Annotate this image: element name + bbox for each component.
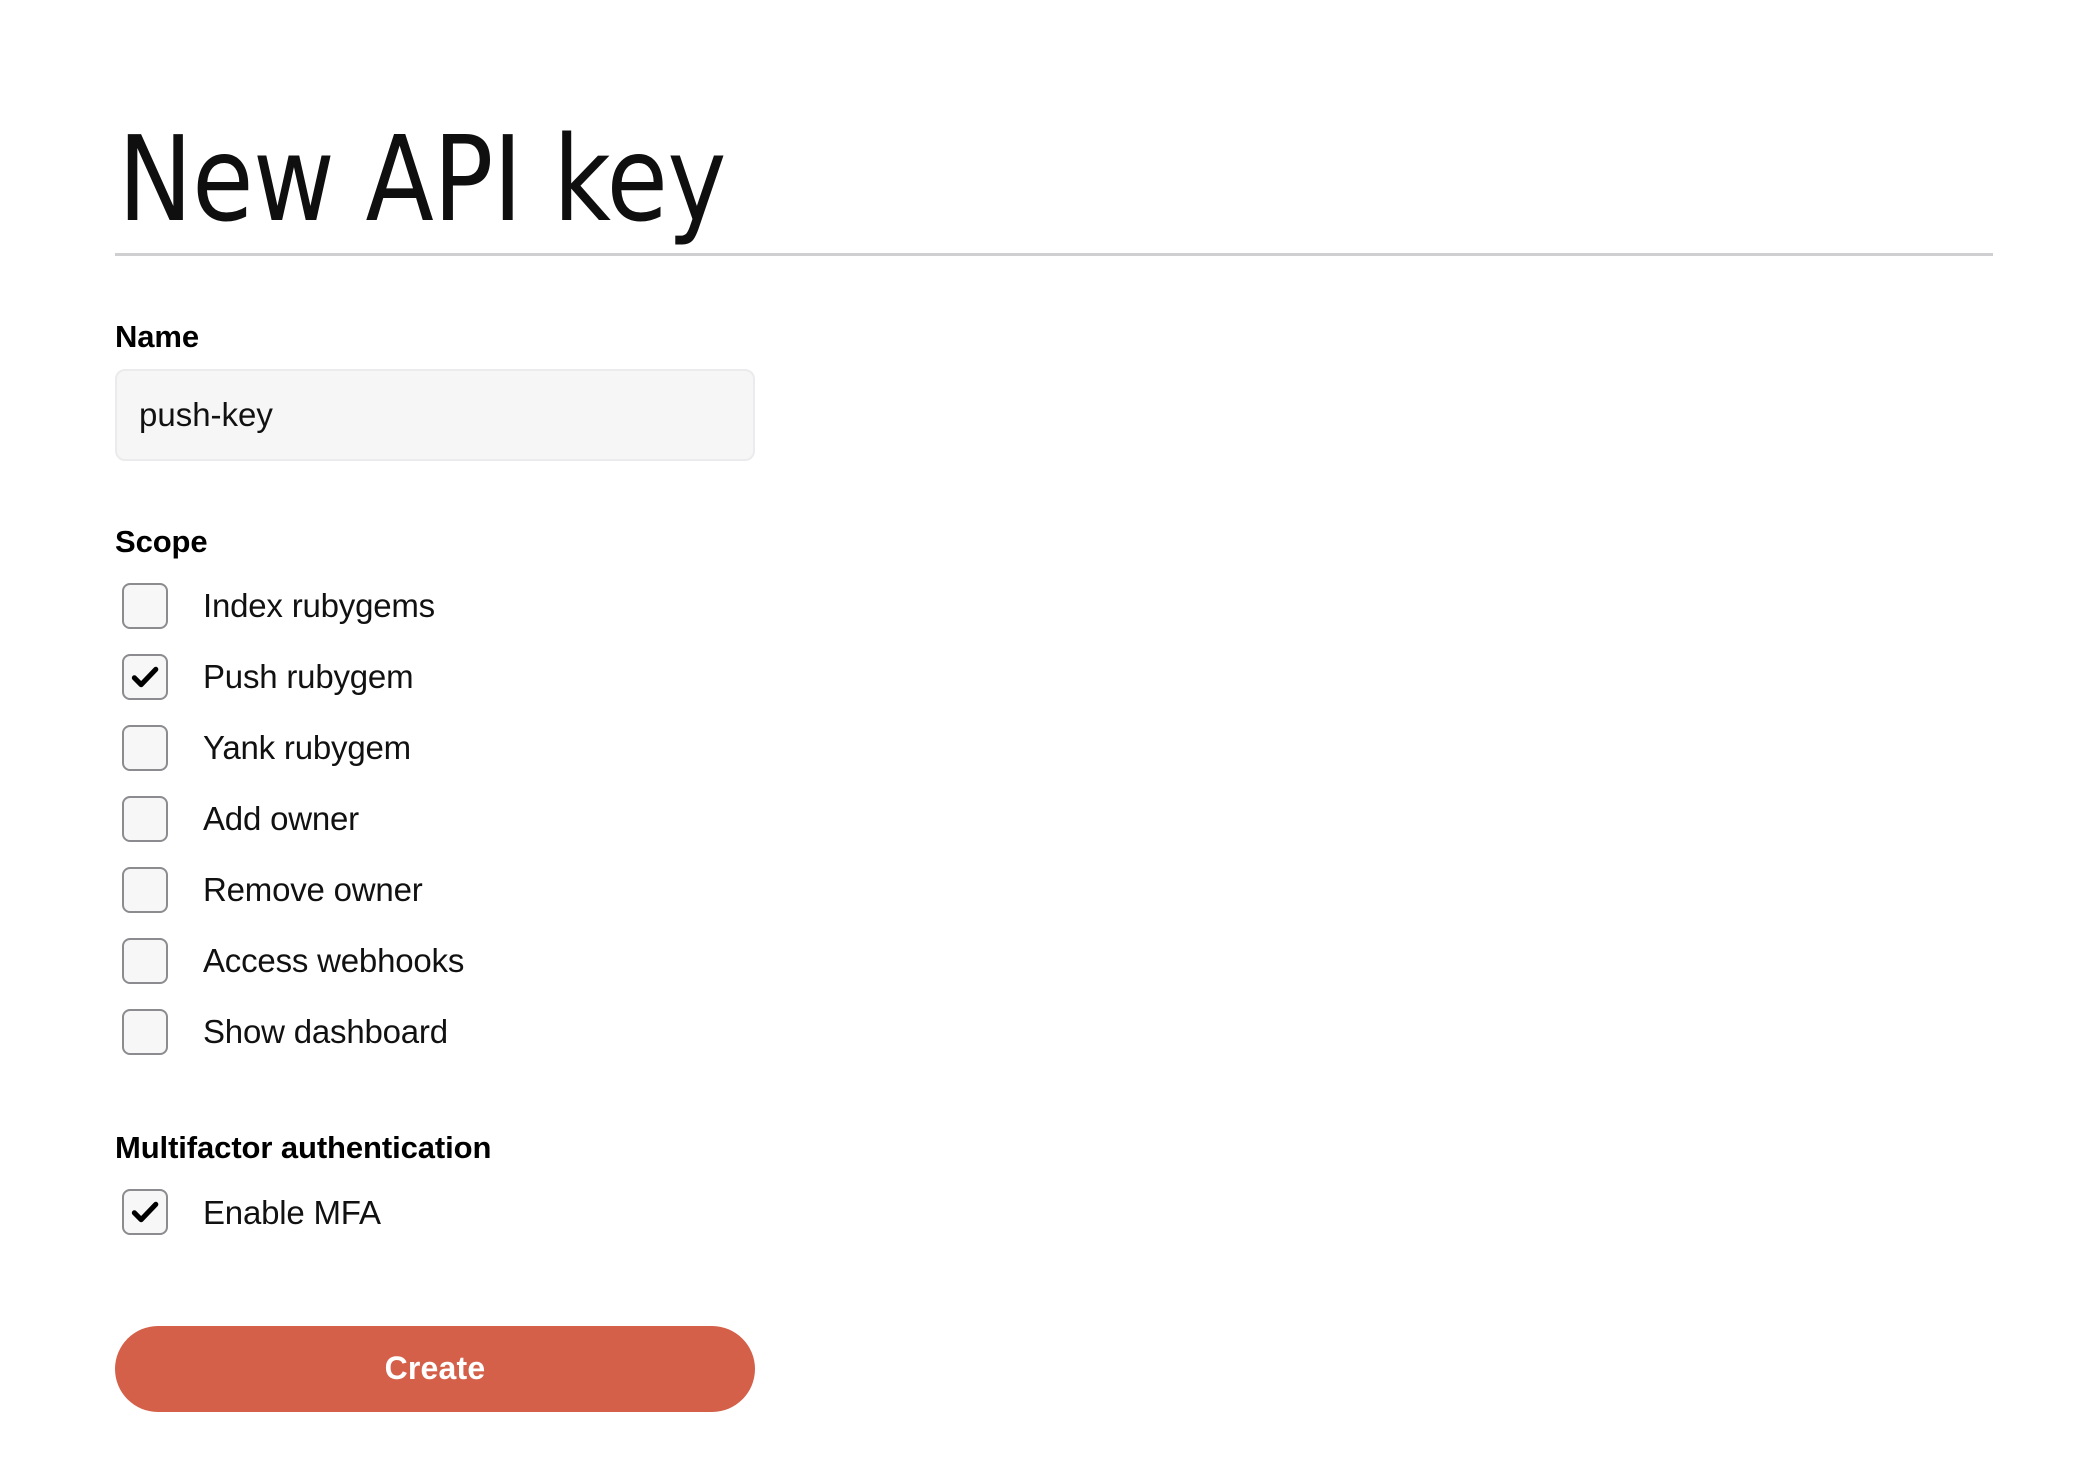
scope-item-row[interactable]: Access webhooks xyxy=(115,925,2015,996)
mfa-checkbox-list: Enable MFA xyxy=(115,1177,2015,1248)
name-input[interactable] xyxy=(115,369,755,461)
scope-item-row[interactable]: Show dashboard xyxy=(115,996,2015,1067)
scope-item-row[interactable]: Remove owner xyxy=(115,854,2015,925)
scope-item-label: Add owner xyxy=(203,802,359,835)
scope-item-label: Access webhooks xyxy=(203,944,464,977)
mfa-section: Multifactor authentication Enable MFA xyxy=(115,1129,2015,1247)
scope-item-checkbox[interactable] xyxy=(122,583,168,629)
scope-item-checkbox[interactable] xyxy=(122,1009,168,1055)
scope-item-label: Push rubygem xyxy=(203,660,413,693)
scope-item-checkbox[interactable] xyxy=(122,867,168,913)
scope-item-checkbox[interactable] xyxy=(122,796,168,842)
scope-item-label: Show dashboard xyxy=(203,1015,448,1048)
scope-item-row[interactable]: Yank rubygem xyxy=(115,712,2015,783)
scope-item-row[interactable]: Add owner xyxy=(115,783,2015,854)
scope-item-label: Index rubygems xyxy=(203,589,435,622)
scope-item-label: Remove owner xyxy=(203,873,423,906)
scope-heading: Scope xyxy=(115,523,2015,560)
mfa-item-label: Enable MFA xyxy=(203,1196,381,1229)
scope-item-label: Yank rubygem xyxy=(203,731,411,764)
header-divider xyxy=(115,253,1993,256)
scope-section: Scope Index rubygems Push rubygem Yank rub… xyxy=(115,523,2015,1067)
scope-item-row[interactable]: Push rubygem xyxy=(115,641,2015,712)
mfa-item-row[interactable]: Enable MFA xyxy=(115,1177,2015,1248)
create-button[interactable]: Create xyxy=(115,1326,755,1412)
form-actions: Create xyxy=(115,1326,2015,1412)
name-field-group: Name xyxy=(115,318,2015,461)
new-api-key-form: Name Scope Index rubygems Push rubygem Yan… xyxy=(115,318,2015,1412)
check-icon xyxy=(128,660,162,694)
mfa-heading: Multifactor authentication xyxy=(115,1129,2015,1166)
scope-item-checkbox[interactable] xyxy=(122,654,168,700)
scope-checkbox-list: Index rubygems Push rubygem Yank rubygem Ad… xyxy=(115,570,2015,1067)
page-title: New API key xyxy=(118,113,726,245)
name-field-label: Name xyxy=(115,319,199,354)
scope-item-checkbox[interactable] xyxy=(122,938,168,984)
new-api-key-page: New API key Name Scope Index rubygems Pus… xyxy=(0,0,2088,1468)
scope-item-row[interactable]: Index rubygems xyxy=(115,570,2015,641)
scope-item-checkbox[interactable] xyxy=(122,725,168,771)
check-icon xyxy=(128,1195,162,1229)
mfa-item-checkbox[interactable] xyxy=(122,1189,168,1235)
